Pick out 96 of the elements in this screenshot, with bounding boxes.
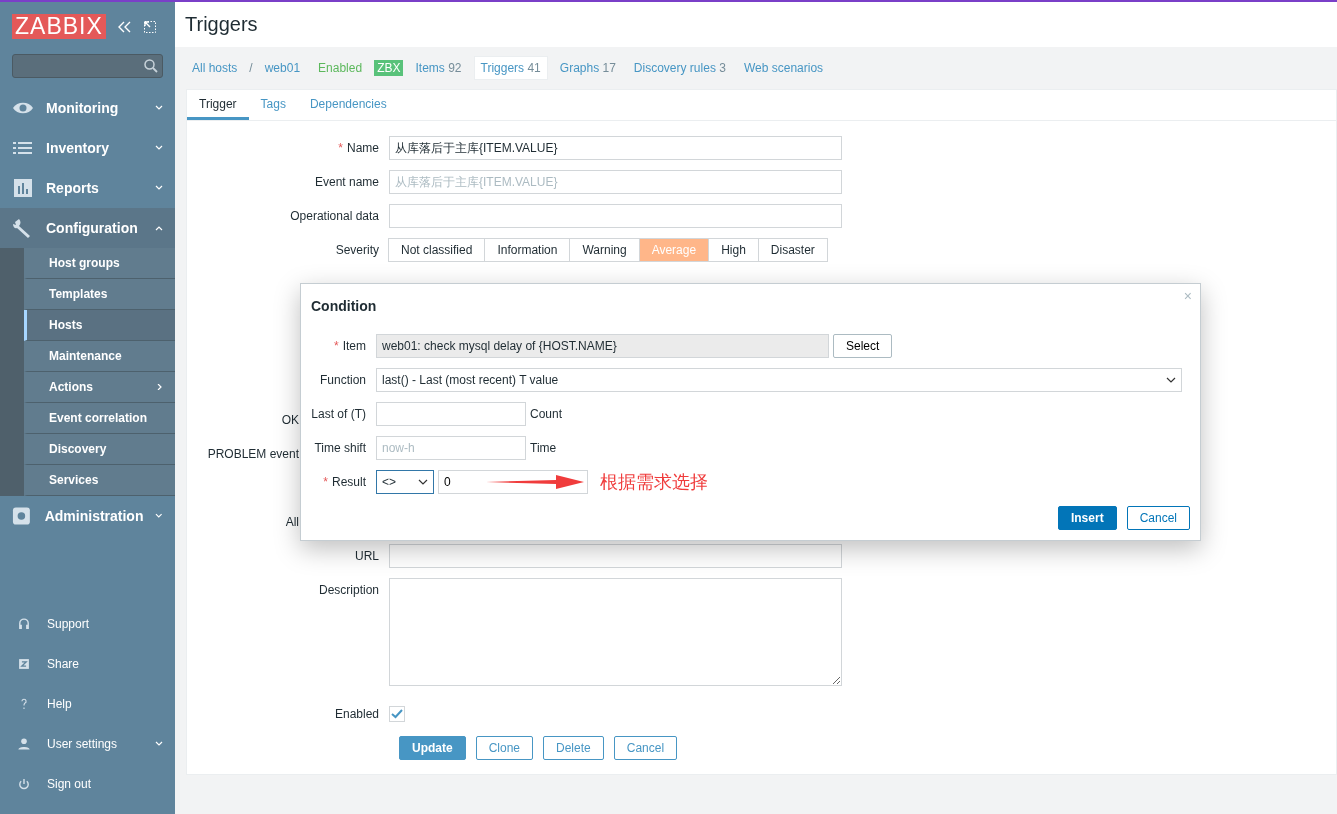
field-label: Function [318,373,367,387]
submenu-item[interactable]: Services [24,465,175,496]
form-tab[interactable]: Dependencies [297,90,399,120]
menu-item[interactable]: Support [0,604,175,644]
status-text: Enabled [318,61,363,75]
field-label: Time shift [313,441,367,455]
annotation-text: 根据需求选择 [600,471,708,494]
menu-item[interactable]: Configuration [0,208,175,248]
bar-chart-icon [12,178,34,198]
unit-label: Time [530,441,557,455]
form-button[interactable]: Cancel [613,736,678,760]
function-select[interactable]: last() - Last (most recent) T value [376,368,1182,392]
dialog-title: Condition [311,298,378,314]
gear-icon [12,506,33,526]
field-label: URL [354,548,380,565]
severity-option[interactable]: Not classified [388,238,486,262]
fullscreen-icon[interactable] [143,20,156,33]
severity-option[interactable]: Disaster [757,238,828,262]
chevron-down-icon [155,105,163,111]
menu-item[interactable]: Inventory [0,128,175,168]
power-icon [17,777,31,791]
page-title: Triggers [185,13,258,36]
form-tab[interactable]: Trigger [187,90,249,120]
operator-select[interactable]: <> [376,470,434,494]
field-label: PROBLEM event [206,446,299,463]
chevron-down-icon [155,145,163,151]
headset-icon [17,617,31,631]
caret-icon [418,479,428,485]
submenu-item[interactable]: Maintenance [24,341,175,372]
host-tab[interactable]: Triggers 41 [473,56,548,80]
item-field: web01: check mysql delay of {HOST.NAME} [376,334,829,358]
severity-option[interactable]: Information [484,238,571,262]
chevron-down-icon [155,513,163,519]
last-of-field[interactable] [376,402,526,426]
form-button[interactable]: Update [399,736,466,760]
menu-item[interactable]: Sign out [0,764,175,804]
menu-item[interactable]: Administration [0,496,175,536]
caret-icon [1166,377,1176,383]
host-tab[interactable]: Web scenarios [737,57,830,79]
submenu-item[interactable]: Templates [24,279,175,310]
zbx-badge: ZBX [374,60,404,76]
share-icon [17,657,31,671]
field-label: Operational data [289,208,380,225]
field-label: Description [317,582,380,599]
menu-item[interactable]: User settings [0,724,175,764]
description-field[interactable] [389,578,842,686]
menu-item[interactable]: Help [0,684,175,724]
chevron-down-icon [155,185,163,191]
search-field[interactable] [12,54,163,78]
host-tab[interactable]: Discovery rules 3 [627,57,732,79]
select-button[interactable]: Select [833,334,893,358]
breadcrumb-separator: / [249,61,253,75]
field-label: Last of (T) [311,407,367,421]
submenu-item[interactable]: Hosts [24,310,175,341]
field-label: Event name [313,174,380,191]
breadcrumb-link[interactable]: All hosts [192,61,238,75]
submenu-item[interactable]: Event correlation [24,403,175,434]
logo[interactable]: ZABBIX [12,14,106,39]
field-label: * Item [333,339,367,353]
chevron-right-icon [155,384,163,390]
unit-label: Count [530,407,563,421]
time-shift-field[interactable]: now-h [376,436,526,460]
dialog-button[interactable]: Cancel [1126,506,1190,530]
text-field[interactable]: 从库落后于主库{ITEM.VALUE} [389,170,842,194]
field-label: * Name [337,140,380,157]
collapse-icon[interactable] [117,20,132,33]
enabled-checkbox[interactable] [389,706,405,722]
host-tab[interactable]: Graphs 17 [553,57,622,79]
close-icon[interactable]: × [1183,288,1192,304]
menu-item[interactable]: Share [0,644,175,684]
text-field[interactable] [389,544,842,568]
breadcrumb-link[interactable]: web01 [264,61,301,75]
host-tab[interactable]: Items 92 [409,57,468,79]
severity-option[interactable]: High [708,238,759,262]
severity-option[interactable]: Warning [569,238,640,262]
menu-item[interactable]: Monitoring [0,88,175,128]
menu-item[interactable]: Reports [0,168,175,208]
form-tab[interactable]: Tags [248,90,298,120]
field-label: * Result [322,475,367,489]
chevron-down-icon [155,741,163,747]
submenu-item[interactable]: Actions [24,372,175,403]
form-button[interactable]: Delete [543,736,604,760]
search-icon [144,59,158,73]
text-field[interactable] [389,204,842,228]
text-field[interactable]: 从库落后于主库{ITEM.VALUE} [389,136,842,160]
field-label: OK [280,412,299,429]
chevron-up-icon [155,225,163,231]
form-button[interactable]: Clone [475,736,534,760]
result-field[interactable]: 0 [438,470,588,494]
user-icon [17,737,31,751]
field-label: All [284,514,299,531]
submenu-item[interactable]: Host groups [24,248,175,279]
dialog-button[interactable]: Insert [1057,506,1117,530]
submenu-item[interactable]: Discovery [24,434,175,465]
field-label: Enabled [333,706,380,723]
field-label: Severity [334,242,380,259]
